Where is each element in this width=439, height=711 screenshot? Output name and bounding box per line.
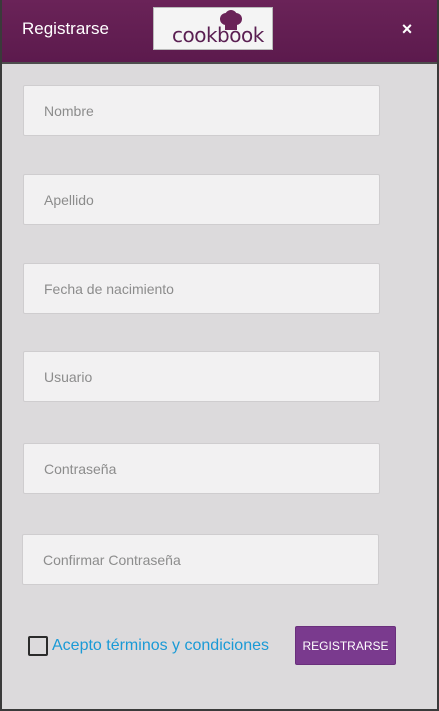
close-icon: × — [401, 19, 413, 39]
last-name-input[interactable] — [23, 174, 380, 225]
cookbook-logo: cookbook — [153, 7, 273, 50]
password-input[interactable] — [23, 443, 380, 494]
birth-date-input[interactable] — [23, 263, 380, 314]
registration-dialog: Registrarse cookbook × Acepto términos y… — [0, 0, 439, 711]
terms-link[interactable]: Acepto términos y condiciones — [52, 637, 269, 655]
terms-checkbox[interactable] — [28, 636, 48, 656]
register-button[interactable]: REGISTRARSE — [295, 626, 396, 665]
dialog-title: Registrarse — [22, 19, 109, 38]
confirm-password-input[interactable] — [22, 534, 379, 585]
username-input[interactable] — [23, 351, 380, 402]
close-button[interactable]: × — [395, 17, 419, 41]
logo-text: cookbook — [172, 23, 264, 47]
first-name-input[interactable] — [23, 85, 380, 136]
dialog-header: Registrarse cookbook × — [2, 0, 437, 64]
